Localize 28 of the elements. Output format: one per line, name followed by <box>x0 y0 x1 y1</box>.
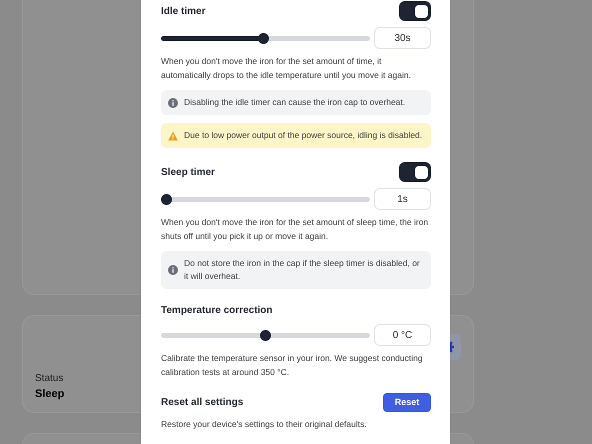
setting-title: Temperature correction <box>161 304 273 318</box>
slider-thumb[interactable] <box>258 32 270 44</box>
notice-text: Disabling the idle timer can cause the iron cap to overheat. <box>184 96 406 109</box>
info-icon <box>168 265 178 275</box>
slider[interactable] <box>161 330 370 340</box>
value-field[interactable]: 0 °C <box>374 324 431 346</box>
info-icon <box>168 98 178 108</box>
reset-button[interactable]: Reset <box>383 393 431 412</box>
slider-thumb[interactable] <box>260 330 271 340</box>
value-field[interactable]: 30s <box>374 27 431 49</box>
toggle-switch[interactable] <box>399 162 431 182</box>
notice-text: Due to low power output of the power source, idling is disabled. <box>184 129 422 142</box>
value-field[interactable]: 1s <box>374 188 431 210</box>
toggle-switch[interactable] <box>399 1 431 21</box>
description-text: Restore your device's settings to their original defaults. <box>161 418 368 431</box>
notice-text: Do not store the iron in the cap if the sleep timer is disabled, or it will overheat. <box>184 257 421 283</box>
warning-icon <box>168 130 178 140</box>
slider[interactable] <box>161 194 370 204</box>
slider[interactable] <box>161 32 370 44</box>
setting-title: Sleep timer <box>161 166 215 180</box>
setting-title: Idle timer <box>161 4 206 18</box>
description-text: When you don't move the iron for the set amount of time, it automatically drops to the idle temperature until you move it again. <box>161 55 412 82</box>
setting-title: Reset all settings <box>161 396 244 410</box>
status-label: Status <box>35 372 64 386</box>
status-value: Sleep <box>35 386 64 402</box>
slider-thumb[interactable] <box>161 194 172 204</box>
description-text: Calibrate the temperature sensor in your iron. We suggest conducting calibration tests at around 350 °C. <box>161 352 424 379</box>
description-text: When you don't move the iron for the set amount of sleep time, the iron shuts off until you pick it up or move it again. <box>161 216 430 243</box>
